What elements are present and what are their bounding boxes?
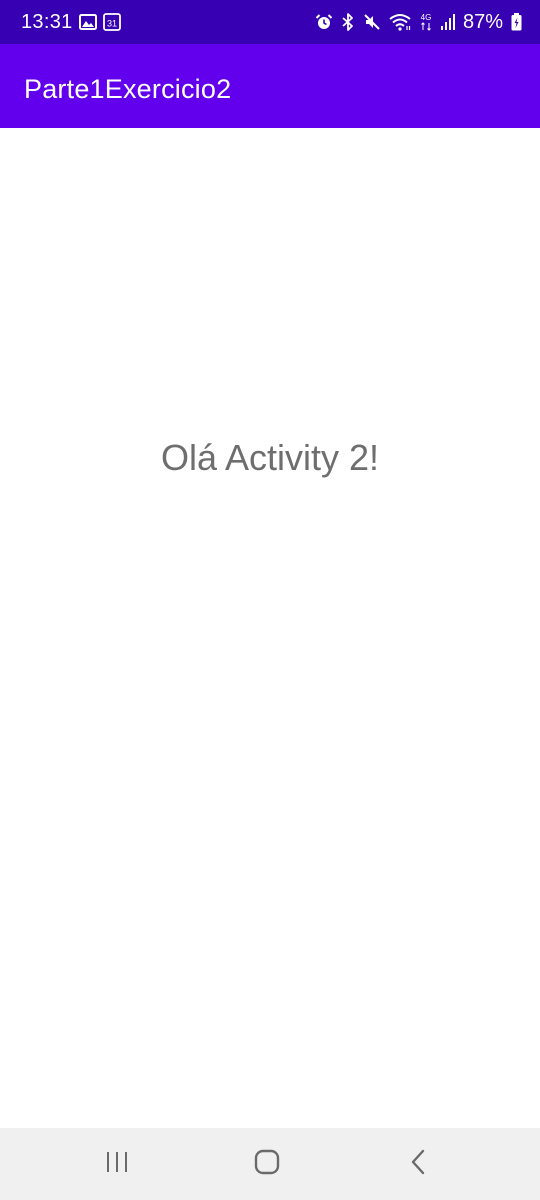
calendar-icon: 31 [103, 13, 121, 31]
network-4g-icon: 4G [419, 12, 433, 32]
home-icon [254, 1149, 280, 1180]
navigation-bar [0, 1128, 540, 1200]
main-content: Olá Activity 2! [0, 128, 540, 1128]
recents-icon [105, 1151, 129, 1178]
alarm-icon [315, 13, 333, 31]
back-icon [409, 1149, 427, 1180]
status-time: 13:31 [21, 11, 73, 33]
app-title: Parte1Exercicio2 [24, 74, 232, 104]
battery-percent: 87% [462, 11, 503, 33]
app-bar: Parte1Exercicio2 [0, 44, 540, 128]
gallery-icon [79, 14, 97, 30]
status-right-icons: 4G 87% [315, 11, 522, 33]
recents-button[interactable] [87, 1140, 147, 1188]
calendar-day: 31 [107, 19, 117, 29]
status-bar: 13:31 31 4G 87% [0, 0, 540, 44]
signal-icon [440, 14, 455, 30]
bluetooth-icon [341, 13, 355, 31]
battery-icon [511, 13, 522, 31]
app-screen: 13:31 31 4G 87% Parte1Exercicio2 Olá Act… [0, 0, 540, 1200]
home-button[interactable] [237, 1140, 297, 1188]
hello-message: Olá Activity 2! [160, 437, 380, 478]
wifi-icon [389, 13, 411, 31]
network-label: 4G [421, 13, 432, 22]
back-button[interactable] [388, 1140, 448, 1188]
status-left-icons: 31 [79, 12, 121, 32]
mute-icon [363, 13, 381, 31]
